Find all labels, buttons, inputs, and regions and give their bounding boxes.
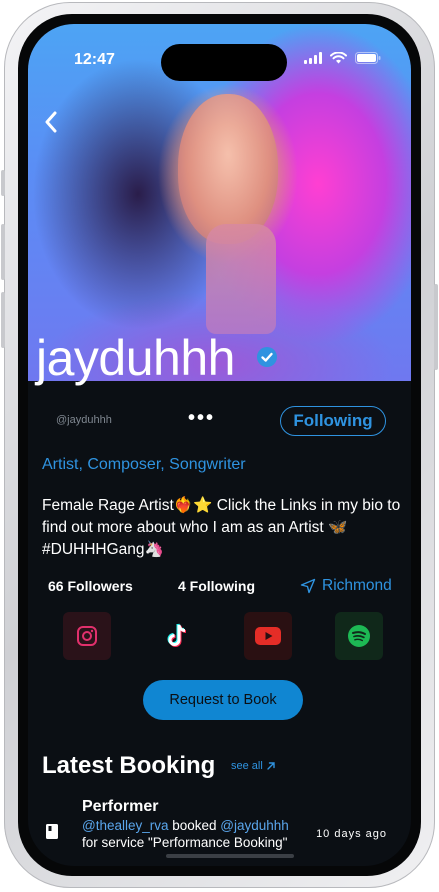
chevron-left-icon: [45, 111, 57, 133]
profile-bio: Female Rage Artist❤️‍🔥⭐️ Click the Links…: [42, 497, 401, 558]
youtube-button[interactable]: [244, 612, 292, 660]
booking-to-link[interactable]: @jayduhhh: [220, 818, 289, 833]
phone-frame: 12:47 jayduhhh @jayduhhh ••• Following A…: [1, 2, 438, 888]
volume-up-button: [1, 224, 5, 280]
status-time: 12:47: [74, 51, 115, 68]
see-all-link[interactable]: see all: [231, 760, 276, 772]
dynamic-island: [161, 44, 287, 81]
following-count[interactable]: 4 Following: [178, 578, 255, 594]
screen: 12:47 jayduhhh @jayduhhh ••• Following A…: [28, 24, 411, 866]
youtube-icon: [255, 627, 281, 645]
power-button: [434, 284, 438, 370]
booking-description: @thealley_rva booked @jayduhhh for servi…: [82, 817, 322, 851]
booking-role: Performer: [82, 798, 159, 815]
more-options-button[interactable]: •••: [188, 408, 215, 428]
social-links: [63, 612, 383, 660]
wifi-icon: [330, 52, 347, 64]
see-all-label: see all: [231, 760, 263, 772]
following-button[interactable]: Following: [280, 406, 386, 436]
location-link[interactable]: Richmond: [300, 577, 392, 595]
instagram-icon: [77, 626, 97, 646]
profile-handle: @jayduhhh: [56, 414, 112, 426]
latest-booking-title: Latest Booking: [42, 752, 216, 779]
volume-down-button: [1, 292, 5, 348]
booking-from-link[interactable]: @thealley_rva: [82, 818, 169, 833]
arrow-up-right-icon: [267, 762, 275, 770]
booking-verb: booked: [168, 818, 221, 833]
booking-service: for service "Performance Booking": [82, 835, 288, 850]
spotify-icon: [348, 625, 370, 647]
tiktok-icon: [167, 623, 187, 647]
booking-time: 10 days ago: [316, 828, 387, 840]
hero-face: [178, 94, 278, 244]
cellular-icon: [304, 52, 322, 64]
profile-name: jayduhhh: [36, 330, 235, 386]
status-icons: [304, 52, 381, 64]
hero-neck: [206, 224, 276, 334]
home-indicator: [166, 854, 294, 858]
bezel: 12:47 jayduhhh @jayduhhh ••• Following A…: [18, 14, 421, 876]
mute-switch: [1, 170, 5, 196]
battery-icon: [355, 52, 381, 64]
spotify-button[interactable]: [335, 612, 383, 660]
tiktok-button[interactable]: [154, 612, 202, 660]
profile-roles: Artist, Composer, Songwriter: [42, 456, 246, 473]
location-label: Richmond: [322, 577, 392, 594]
navigation-arrow-icon: [300, 578, 316, 594]
followers-count[interactable]: 66 Followers: [48, 578, 133, 594]
instagram-button[interactable]: [63, 612, 111, 660]
request-to-book-button[interactable]: Request to Book: [143, 680, 303, 720]
back-button[interactable]: [44, 109, 58, 139]
verified-badge-icon: [257, 347, 277, 367]
profile-stats: 66 Followers 4 Following Richmond: [48, 577, 392, 598]
book-icon: [46, 824, 58, 839]
